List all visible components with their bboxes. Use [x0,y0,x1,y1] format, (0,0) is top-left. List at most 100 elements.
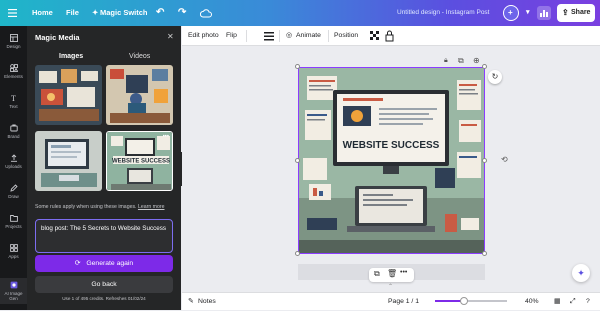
chevron-down-icon[interactable]: ▾ [526,0,530,26]
rail-item-projects[interactable]: Projects [0,214,27,229]
tab-images[interactable]: Images [59,53,83,60]
resize-handle[interactable] [482,64,487,69]
text-icon: T [11,94,16,102]
bottom-bar: ✎ Notes Page 1 / 1 40% ▦ ⤢ ? [182,292,600,310]
page-indicator[interactable]: Page 1 / 1 [388,293,419,311]
grid-icon [9,244,18,252]
divider [328,30,329,42]
file-menu[interactable]: File [66,0,79,26]
pen-icon [9,184,18,192]
resize-handle[interactable] [482,251,487,256]
redo-icon[interactable]: ↷ [178,0,186,26]
generated-image-1[interactable] [35,65,102,125]
side-rail: Design Elements T Text Brand Uploads Dra… [0,26,27,310]
undo-icon[interactable]: ↶ [156,0,164,26]
edit-photo-button[interactable]: Edit photo [188,26,219,46]
learn-more-link[interactable]: Learn more [138,204,165,210]
prompt-text: blog post: The 5 Secrets to Website Succ… [41,225,167,232]
rail-label: Elements [4,74,23,79]
go-back-button[interactable]: Go back [35,276,173,293]
flip-button[interactable]: Flip [226,26,237,46]
zoom-slider[interactable] [435,300,507,302]
rail-item-uploads[interactable]: Uploads [0,154,27,169]
menu-icon[interactable] [8,0,17,26]
resize-handle[interactable] [295,158,300,163]
resize-handle[interactable] [295,64,300,69]
shapes-icon [9,64,18,72]
home-button[interactable]: Home [32,0,53,26]
zoom-slider-knob[interactable] [459,297,468,305]
position-button[interactable]: Position [334,26,358,46]
add-page-icon[interactable]: ⊕ [473,56,480,65]
magic-assistant-button[interactable]: ✦ [572,264,590,282]
refresh-canvas-icon[interactable]: ⟲ [501,155,508,164]
generate-again-label: Generate again [86,260,134,267]
refresh-icon: ⟳ [74,260,81,267]
rail-item-ai-image-gen[interactable]: AI Image Gen [0,278,27,304]
magic-media-panel: Magic Media ✕ Images Videos WEBSITE SUCC… [27,26,181,310]
rotate-icon[interactable]: ↻ [488,70,502,84]
prompt-input[interactable]: blog post: The 5 Secrets to Website Succ… [35,219,173,253]
notes-icon[interactable]: ✎ [188,293,194,311]
more-options-icon[interactable]: ••• [163,134,169,140]
rail-label: Apps [8,254,19,259]
thumbnail-headline: WEBSITE SUCCESS [112,159,170,165]
upload-icon [10,154,17,162]
canvas-image[interactable]: WEBSITE SUCCESS [298,67,485,254]
generated-image-3[interactable] [35,131,102,191]
notes-button[interactable]: Notes [198,293,216,311]
credits-info: Use 1 of 495 credits. Refreshes 01/02/24 [62,296,146,301]
rail-item-text[interactable]: T Text [0,94,27,109]
document-title[interactable]: Untitled design - Instagram Post [397,0,490,26]
rail-label: Uploads [5,164,22,169]
rail-item-draw[interactable]: Draw [0,184,27,199]
rail-item-elements[interactable]: Elements [0,64,27,79]
magic-switch-button[interactable]: Magic Switch [100,0,148,26]
rail-item-design[interactable]: Design [0,34,27,49]
folder-icon [9,215,18,222]
trash-icon[interactable]: 🗑︎ [387,269,397,278]
transparency-icon[interactable] [370,26,380,46]
rail-label: Draw [8,194,19,199]
share-button[interactable]: ⇪ Share [557,4,595,22]
layout-icon [9,34,18,42]
close-icon[interactable]: ✕ [167,32,174,41]
cloud-save-icon[interactable] [199,0,212,26]
panel-title: Magic Media [35,33,80,42]
share-label: Share [571,9,591,16]
more-icon[interactable]: ••• [400,269,407,276]
image-headline: WEBSITE SUCCESS [343,140,440,151]
disclaimer-text: Some rules apply when using these images… [35,204,137,210]
animate-icon: ◎ [286,32,292,39]
fullscreen-icon[interactable]: ⤢ [570,293,575,311]
divider [246,30,247,42]
divider [279,30,280,42]
rail-label: Design [6,44,21,49]
generated-image-2[interactable] [106,65,173,125]
lock-icon[interactable] [385,26,394,46]
context-toolbar: Edit photo Flip ◎ Animate Position [182,26,600,46]
chevron-up-icon[interactable]: ⌃ [388,283,393,290]
lock-page-icon[interactable]: 🔒︎ [444,57,448,65]
grid-view-icon[interactable]: ▦ [554,293,560,311]
sparkle-icon: ✦ [92,8,99,17]
rail-item-brand[interactable]: Brand [0,124,27,139]
animate-button[interactable]: Animate [296,26,321,46]
copy-icon[interactable]: ⧉ [374,269,380,279]
generate-again-button[interactable]: ⟳ Generate again [35,255,173,272]
usage-disclaimer: Some rules apply when using these images… [35,204,165,210]
zoom-percent[interactable]: 40% [525,293,539,311]
top-bar: Home File ✦ Magic Switch ↶ ↷ Untitled de… [0,0,600,26]
duplicate-page-icon[interactable]: ⧉ [458,56,464,66]
share-icon: ⇪ [562,8,569,17]
generated-image-4[interactable]: WEBSITE SUCCESS ••• [106,131,173,191]
rail-item-apps[interactable]: Apps [0,244,27,259]
tab-videos[interactable]: Videos [129,53,150,60]
resize-handle[interactable] [295,251,300,256]
resize-handle[interactable] [482,158,487,163]
help-icon[interactable]: ? [586,293,590,311]
border-style-icon[interactable] [264,26,274,46]
svg-text:T: T [11,94,16,102]
rail-label: Text [9,104,18,109]
analytics-icon[interactable] [537,6,551,20]
